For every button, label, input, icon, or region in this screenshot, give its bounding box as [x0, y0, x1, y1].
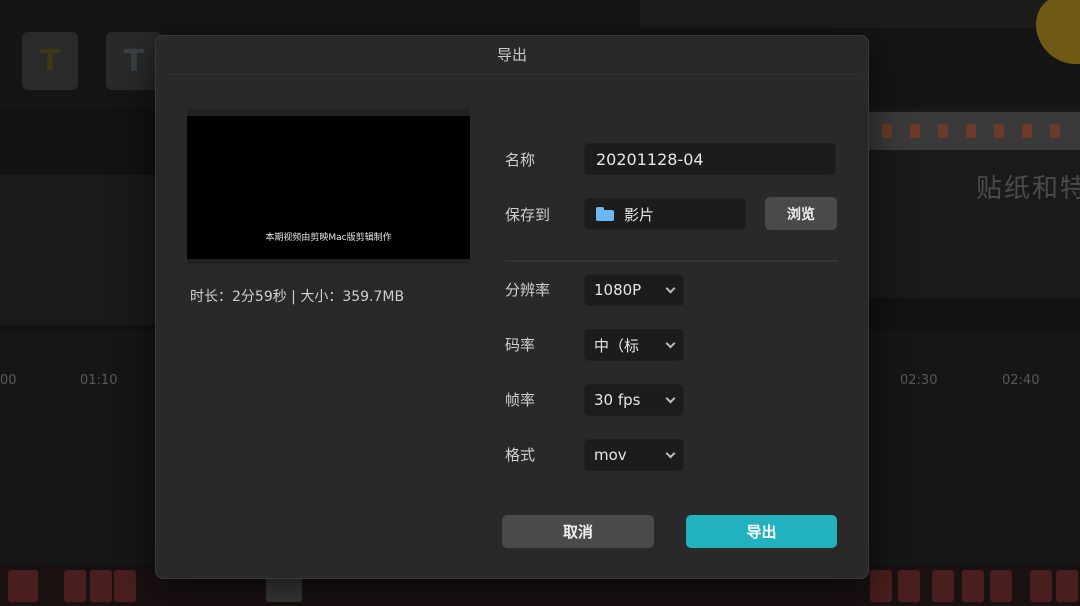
format-select[interactable]: mov — [584, 439, 684, 471]
dialog-title: 导出 — [496, 46, 527, 64]
right-panel-title: 贴纸和特 — [976, 174, 1080, 204]
chevron-down-icon — [665, 393, 676, 404]
format-label: 格式 — [505, 446, 536, 464]
export-button[interactable]: 导出 — [686, 515, 837, 548]
save-location-value: 影片 — [624, 205, 655, 224]
video-info: 时长：2分59秒 | 大小：359.7MB — [190, 289, 405, 305]
chevron-down-icon — [665, 448, 676, 459]
left-panel — [0, 175, 155, 325]
text-template-glyph: T — [39, 43, 61, 79]
timeline-time: 01:10 — [80, 373, 118, 388]
preview-caption: 本期视频由剪映Mac版剪辑制作 — [265, 233, 392, 243]
name-label: 名称 — [505, 151, 536, 169]
sticker-preview — [1036, 0, 1080, 64]
top-toolbar — [640, 0, 1080, 28]
divider — [505, 260, 838, 262]
name-input[interactable]: 20201128-04 — [584, 143, 836, 175]
timeline-time: 02:30 — [900, 373, 938, 388]
text-template-thumb-gray: T — [106, 32, 162, 90]
resolution-label: 分辨率 — [505, 281, 551, 299]
framerate-label: 帧率 — [505, 391, 536, 409]
save-to-label: 保存到 — [505, 206, 551, 224]
folder-icon — [596, 207, 614, 221]
cancel-button[interactable]: 取消 — [502, 515, 654, 548]
chevron-down-icon — [665, 283, 676, 294]
text-template-glyph: T — [123, 43, 145, 79]
timeline-time: 00 — [0, 373, 17, 388]
export-dialog: 导出 本期视频由剪映Mac版剪辑制作 时长：2分59秒 | 大小：359.7MB… — [155, 35, 869, 579]
name-value: 20201128-04 — [596, 149, 704, 169]
resolution-select[interactable]: 1080P — [584, 274, 684, 306]
divider — [166, 74, 860, 75]
bitrate-select[interactable]: 中（标 — [584, 329, 684, 361]
filmstrip — [868, 112, 1080, 150]
bitrate-value: 中（标 — [594, 336, 640, 355]
text-template-thumb-yellow: T — [22, 32, 78, 90]
bitrate-label: 码率 — [505, 336, 536, 354]
format-value: mov — [594, 446, 627, 464]
chevron-down-icon — [665, 338, 676, 349]
framerate-value: 30 fps — [594, 391, 641, 409]
video-preview: 本期视频由剪映Mac版剪辑制作 — [187, 109, 470, 264]
framerate-select[interactable]: 30 fps — [584, 384, 684, 416]
resolution-value: 1080P — [594, 281, 642, 299]
timeline-time: 02:40 — [1002, 373, 1040, 388]
browse-button[interactable]: 浏览 — [765, 197, 837, 230]
save-location-field[interactable]: 影片 — [584, 198, 746, 230]
